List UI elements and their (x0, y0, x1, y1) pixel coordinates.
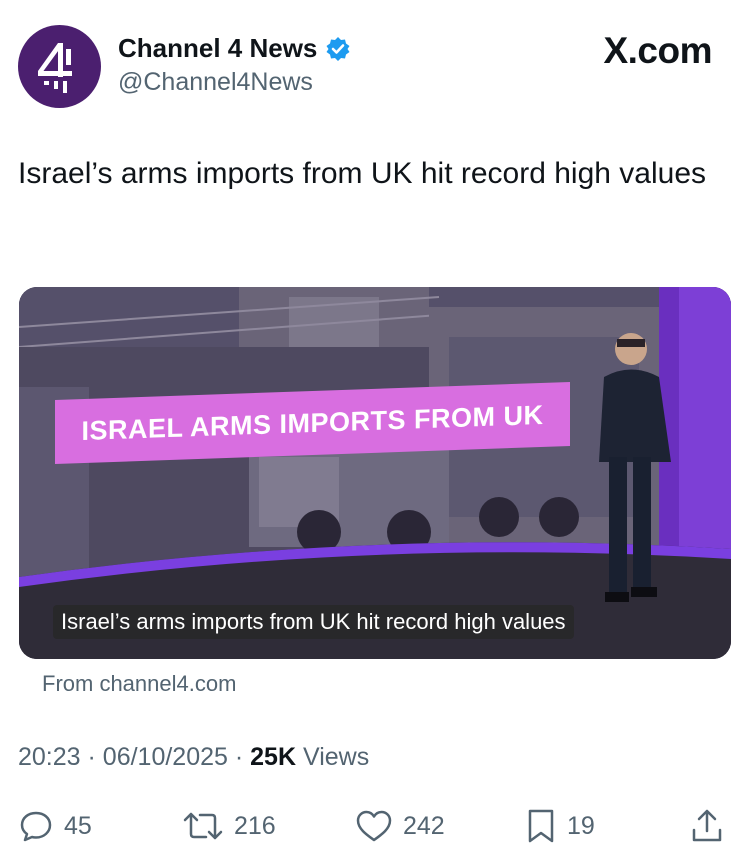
verified-badge-icon (326, 36, 350, 61)
share-button[interactable] (690, 808, 724, 844)
avatar[interactable] (18, 25, 101, 108)
reply-icon (20, 811, 52, 842)
views-count: 25K (250, 743, 297, 771)
x-brand-label: X.com (603, 30, 712, 71)
repost-button[interactable]: 216 (182, 808, 276, 844)
display-name[interactable]: Channel 4 News (118, 33, 351, 64)
tweet-text: Israel’s arms imports from UK hit record… (18, 157, 707, 190)
tweet-meta: 20:23 · 06/10/2025 · 25K Views (18, 743, 369, 772)
account-handle[interactable]: @Channel4News (118, 68, 313, 97)
meta-separator: · (234, 743, 244, 771)
views-label: Views (302, 743, 370, 771)
heart-icon (356, 810, 392, 842)
bookmark-count: 19 (567, 811, 595, 840)
card-source-link[interactable]: From channel4.com (42, 671, 236, 697)
action-bar: 45 216 242 19 (0, 804, 750, 848)
channel-4-logo-icon (37, 42, 72, 93)
link-card-media[interactable]: ISRAEL ARMS IMPORTS FROM UK Israel’s arm… (19, 287, 731, 659)
card-caption: Israel’s arms imports from UK hit record… (53, 605, 574, 639)
meta-separator: · (87, 743, 96, 771)
reply-button[interactable]: 45 (18, 808, 92, 844)
repost-count: 216 (234, 811, 276, 840)
tweet-time[interactable]: 20:23 (18, 743, 81, 771)
bookmark-button[interactable]: 19 (525, 808, 595, 844)
bookmark-icon (528, 809, 554, 843)
like-count: 242 (403, 811, 445, 840)
like-button[interactable]: 242 (355, 808, 445, 844)
repost-icon (183, 812, 223, 840)
reply-count: 45 (64, 811, 92, 840)
graphic-title-text: ISRAEL ARMS IMPORTS FROM UK (81, 399, 544, 446)
tweet-date[interactable]: 06/10/2025 (103, 743, 228, 771)
news-studio-image (19, 287, 731, 659)
display-name-text: Channel 4 News (118, 33, 318, 63)
share-icon (692, 809, 722, 842)
